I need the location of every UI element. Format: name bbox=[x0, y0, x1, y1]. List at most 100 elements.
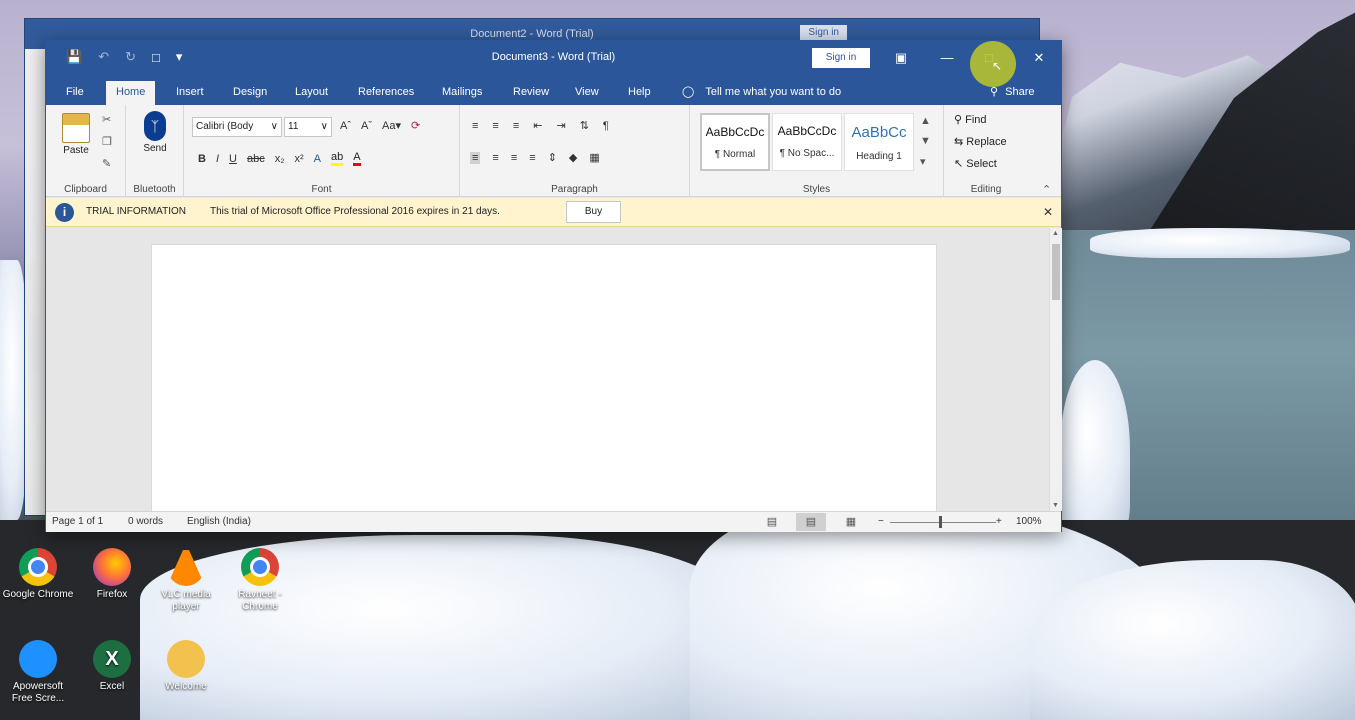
zoom-out-icon[interactable]: − bbox=[878, 516, 884, 527]
zoom-level[interactable]: 100% bbox=[1016, 516, 1042, 527]
font-color-icon[interactable]: A bbox=[353, 151, 361, 166]
chrome-icon bbox=[19, 548, 57, 586]
tab-home[interactable]: Home bbox=[106, 81, 156, 105]
web-layout-icon[interactable]: ▦ bbox=[836, 513, 866, 531]
document-canvas[interactable] bbox=[46, 228, 1049, 511]
text-effects-icon[interactable]: A bbox=[314, 153, 321, 165]
print-layout-icon[interactable]: ▤ bbox=[796, 513, 826, 531]
trial-info-bar: i TRIAL INFORMATION This trial of Micros… bbox=[46, 198, 1061, 227]
justify-icon[interactable]: ≡ bbox=[529, 152, 535, 164]
select-button[interactable]: ↖ Select bbox=[954, 157, 997, 170]
collapse-ribbon-icon[interactable]: ⌃ bbox=[1042, 183, 1051, 196]
tab-references[interactable]: References bbox=[348, 81, 424, 105]
desktop-icon-firefox[interactable]: Firefox bbox=[76, 548, 148, 601]
language[interactable]: English (India) bbox=[187, 516, 251, 527]
title-bar[interactable]: 💾 ↶ ↻ □ ▾ Document3 - Word (Trial) Sign … bbox=[46, 41, 1061, 77]
style-normal[interactable]: AaBbCcDc ¶ Normal bbox=[700, 113, 770, 171]
buy-button[interactable]: Buy bbox=[566, 201, 621, 223]
bluetooth-icon: ᛉ bbox=[144, 111, 166, 141]
numbering-icon[interactable]: ≡ bbox=[492, 120, 498, 132]
scroll-down-icon[interactable]: ▼ bbox=[1052, 502, 1059, 509]
bold-icon[interactable]: B bbox=[198, 153, 206, 165]
tab-insert[interactable]: Insert bbox=[166, 81, 214, 105]
page-count[interactable]: Page 1 of 1 bbox=[52, 516, 103, 527]
word-count[interactable]: 0 words bbox=[128, 516, 163, 527]
scroll-up-icon[interactable]: ▲ bbox=[1052, 230, 1059, 237]
lightbulb-icon: ◯ bbox=[682, 86, 695, 98]
scrollbar-thumb[interactable] bbox=[1052, 244, 1060, 300]
multilevel-list-icon[interactable]: ≡ bbox=[513, 120, 519, 132]
borders-icon[interactable]: ▦ bbox=[589, 151, 599, 164]
format-painter-icon[interactable]: ✎ bbox=[102, 157, 111, 170]
zoom-in-icon[interactable]: + bbox=[996, 516, 1002, 527]
line-spacing-icon[interactable]: ⇕ bbox=[548, 151, 557, 164]
shrink-font-icon[interactable]: Aˇ bbox=[361, 120, 372, 132]
tab-design[interactable]: Design bbox=[223, 81, 277, 105]
tab-help[interactable]: Help bbox=[618, 81, 661, 105]
cut-icon[interactable]: ✂ bbox=[102, 113, 111, 126]
vertical-scrollbar[interactable]: ▲ ▼ bbox=[1049, 228, 1062, 511]
font-size-dropdown[interactable]: 11 ∨ bbox=[284, 117, 332, 137]
show-marks-icon[interactable]: ¶ bbox=[603, 120, 609, 132]
close-icon[interactable]: ✕ bbox=[1024, 47, 1054, 69]
zoom-slider-thumb[interactable] bbox=[939, 516, 942, 528]
trial-message: This trial of Microsoft Office Professio… bbox=[210, 206, 500, 217]
align-left-icon[interactable]: ≡ bbox=[470, 151, 481, 164]
clear-formatting-icon[interactable]: ⟳ bbox=[411, 119, 420, 132]
style-heading-1[interactable]: AaBbCc Heading 1 bbox=[844, 113, 914, 171]
desktop-icon-chrome[interactable]: Google Chrome bbox=[2, 548, 74, 601]
word-window-document3[interactable]: 💾 ↶ ↻ □ ▾ Document3 - Word (Trial) Sign … bbox=[45, 40, 1062, 532]
tab-review[interactable]: Review bbox=[503, 81, 559, 105]
tab-view[interactable]: View bbox=[565, 81, 609, 105]
zoom-slider[interactable] bbox=[890, 522, 996, 523]
change-case-icon[interactable]: Aa▾ bbox=[382, 119, 401, 132]
subscript-icon[interactable]: x₂ bbox=[275, 153, 285, 165]
copy-icon[interactable]: ❐ bbox=[102, 135, 112, 148]
desktop-icon-apowersoft[interactable]: Apowersoft Free Scre... bbox=[2, 640, 74, 705]
document-page[interactable] bbox=[151, 244, 937, 511]
sign-in-button[interactable]: Sign in bbox=[812, 48, 870, 68]
desktop-icon-ravneet-chrome[interactable]: Ravneet - Chrome bbox=[224, 548, 296, 613]
chevron-down-icon[interactable]: ▼ bbox=[920, 135, 931, 147]
underline-icon[interactable]: U bbox=[229, 153, 237, 165]
read-mode-icon[interactable]: ▤ bbox=[757, 513, 787, 531]
bluetooth-group: ᛉ Send Bluetooth bbox=[126, 105, 184, 197]
bullets-icon[interactable]: ≡ bbox=[472, 120, 478, 132]
replace-button[interactable]: ⇆ Replace bbox=[954, 135, 1007, 148]
share-button[interactable]: ⚲ Share bbox=[990, 81, 1034, 105]
desktop-icon-excel[interactable]: X Excel bbox=[76, 640, 148, 693]
grow-font-icon[interactable]: Aˆ bbox=[340, 120, 351, 132]
italic-icon[interactable]: I bbox=[216, 153, 219, 165]
highlight-icon[interactable]: ab bbox=[331, 151, 344, 166]
style-no-spacing[interactable]: AaBbCcDc ¶ No Spac... bbox=[772, 113, 842, 171]
sign-in-button[interactable]: Sign in bbox=[800, 25, 847, 40]
more-styles-icon[interactable]: ▾ bbox=[920, 155, 926, 168]
mouse-pointer-icon: ↖ bbox=[992, 59, 1003, 73]
paste-button[interactable]: Paste bbox=[56, 113, 96, 156]
desktop-icon-vlc[interactable]: VLC media player bbox=[150, 548, 222, 613]
sort-icon[interactable]: ⇅ bbox=[580, 119, 589, 132]
decrease-indent-icon[interactable]: ⇤ bbox=[533, 119, 542, 132]
find-button[interactable]: ⚲ Find bbox=[954, 113, 987, 126]
wallpaper-ice bbox=[1060, 360, 1130, 540]
tell-me-box[interactable]: ◯ Tell me what you want to do bbox=[682, 81, 841, 105]
tab-layout[interactable]: Layout bbox=[285, 81, 338, 105]
strikethrough-icon[interactable]: abc bbox=[247, 153, 265, 165]
desktop-icon-label: Google Chrome bbox=[2, 589, 74, 600]
desktop-icon-welcome[interactable]: Welcome bbox=[150, 640, 222, 693]
tab-mailings[interactable]: Mailings bbox=[432, 81, 492, 105]
minimize-icon[interactable]: — bbox=[932, 47, 962, 69]
cursor-icon: ↖ bbox=[954, 158, 964, 170]
align-center-icon[interactable]: ≡ bbox=[492, 152, 498, 164]
chevron-up-icon[interactable]: ▲ bbox=[920, 115, 931, 127]
superscript-icon[interactable]: x² bbox=[295, 153, 304, 165]
style-name: Heading 1 bbox=[856, 151, 902, 162]
font-family-dropdown[interactable]: Calibri (Body ∨ bbox=[192, 117, 282, 137]
align-right-icon[interactable]: ≡ bbox=[511, 152, 517, 164]
shading-icon[interactable]: ◆ bbox=[569, 151, 577, 164]
increase-indent-icon[interactable]: ⇥ bbox=[556, 119, 565, 132]
bluetooth-send-button[interactable]: ᛉ Send bbox=[136, 111, 174, 154]
tab-file[interactable]: File bbox=[56, 81, 94, 105]
close-icon[interactable]: ✕ bbox=[1043, 205, 1053, 219]
ribbon-display-options-icon[interactable]: ▣ bbox=[886, 47, 916, 69]
